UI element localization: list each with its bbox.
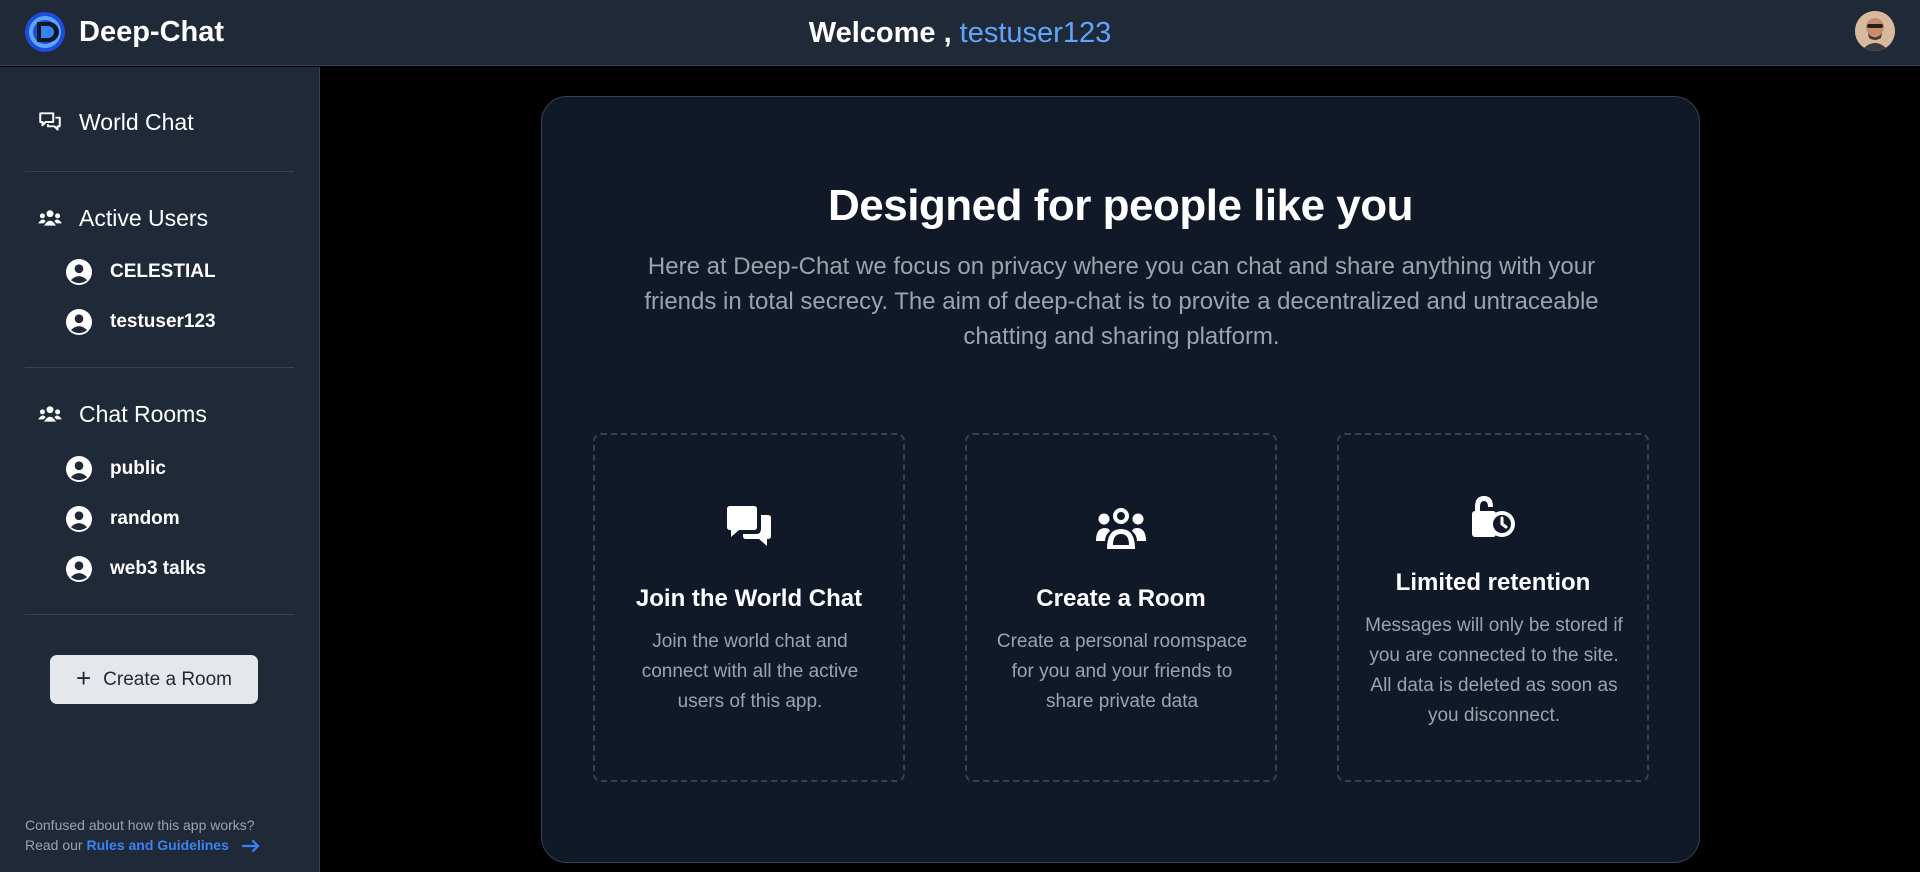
sidebar-room-item[interactable]: public — [66, 454, 166, 484]
feature-title: Limited retention — [1395, 569, 1591, 596]
avatar-portrait-icon — [1855, 11, 1895, 51]
plus-icon: + — [75, 662, 92, 693]
sidebar-divider — [25, 171, 294, 172]
welcome-prefix: Welcome , — [808, 16, 952, 49]
chat-bubbles-icon — [39, 112, 61, 131]
users-group-icon — [1096, 508, 1146, 549]
sidebar-room-item[interactable]: web3 talks — [66, 554, 206, 584]
top-bar: Deep-Chat Welcome , testuser123 — [0, 0, 1920, 66]
sidebar-item-world-chat[interactable]: World Chat — [37, 105, 194, 139]
user-circle-icon — [66, 456, 92, 482]
user-name: testuser123 — [110, 311, 216, 332]
room-name: public — [110, 458, 166, 479]
intro-card: Designed for people like you Here at Dee… — [541, 96, 1700, 863]
user-circle-icon — [66, 506, 92, 532]
sidebar-user-item[interactable]: CELESTIAL — [66, 257, 216, 287]
chat-rooms-title: Chat Rooms — [79, 400, 207, 427]
feature-description: Create a personal roomspace for you and … — [996, 631, 1248, 712]
user-circle-icon — [66, 309, 92, 335]
sidebar-divider — [25, 367, 294, 368]
user-circle-icon — [66, 556, 92, 582]
sidebar-item-label: World Chat — [79, 108, 194, 135]
page-heading: Designed for people like you — [827, 181, 1414, 230]
welcome-username: testuser123 — [959, 16, 1112, 49]
help-text: Confused about how this app works? — [25, 817, 255, 833]
feature-description: Messages will only be stored if you are … — [1365, 615, 1623, 726]
deep-chat-logo-icon — [25, 12, 65, 52]
feature-description: Join the world chat and connect with all… — [641, 631, 859, 712]
users-group-icon — [38, 406, 62, 422]
create-room-button[interactable]: + Create a Room — [50, 655, 258, 704]
feature-card-limited-retention: Limited retention Messages will only be … — [1337, 433, 1649, 782]
sidebar: World Chat Active Users CELESTIAL testus… — [0, 67, 320, 872]
brand[interactable]: Deep-Chat — [25, 12, 224, 52]
sidebar-user-item[interactable]: testuser123 — [66, 307, 216, 337]
intro-text: Here at Deep-Chat we focus on privacy wh… — [644, 253, 1599, 350]
users-group-icon — [38, 210, 62, 226]
sidebar-divider — [25, 614, 294, 615]
unlock-timer-icon — [1472, 496, 1515, 537]
help-prefix: Read our — [25, 837, 83, 853]
feature-title: Join the World Chat — [635, 585, 863, 612]
rules-guidelines-link[interactable]: Rules and Guidelines — [86, 837, 228, 853]
feature-card-create-room: Create a Room Create a personal roomspac… — [965, 433, 1277, 782]
user-avatar[interactable] — [1855, 11, 1895, 51]
sidebar-section-active-users: Active Users — [37, 201, 208, 235]
user-circle-icon — [66, 259, 92, 285]
user-name: CELESTIAL — [110, 261, 216, 282]
feature-card-world-chat: Join the World Chat Join the world chat … — [593, 433, 905, 782]
help-note: Confused about how this app works? Read … — [25, 815, 261, 855]
feature-title: Create a Room — [1036, 585, 1206, 612]
chat-bubbles-icon — [727, 506, 771, 546]
sidebar-room-item[interactable]: random — [66, 504, 180, 534]
room-name: web3 talks — [110, 558, 207, 579]
create-room-label: Create a Room — [103, 668, 233, 690]
welcome-banner: Welcome , testuser123 — [0, 0, 1920, 66]
sidebar-section-chat-rooms: Chat Rooms — [37, 397, 207, 431]
brand-name: Deep-Chat — [79, 15, 225, 48]
arrow-right-icon[interactable] — [241, 839, 261, 853]
active-users-title: Active Users — [79, 204, 209, 231]
room-name: random — [110, 508, 180, 529]
